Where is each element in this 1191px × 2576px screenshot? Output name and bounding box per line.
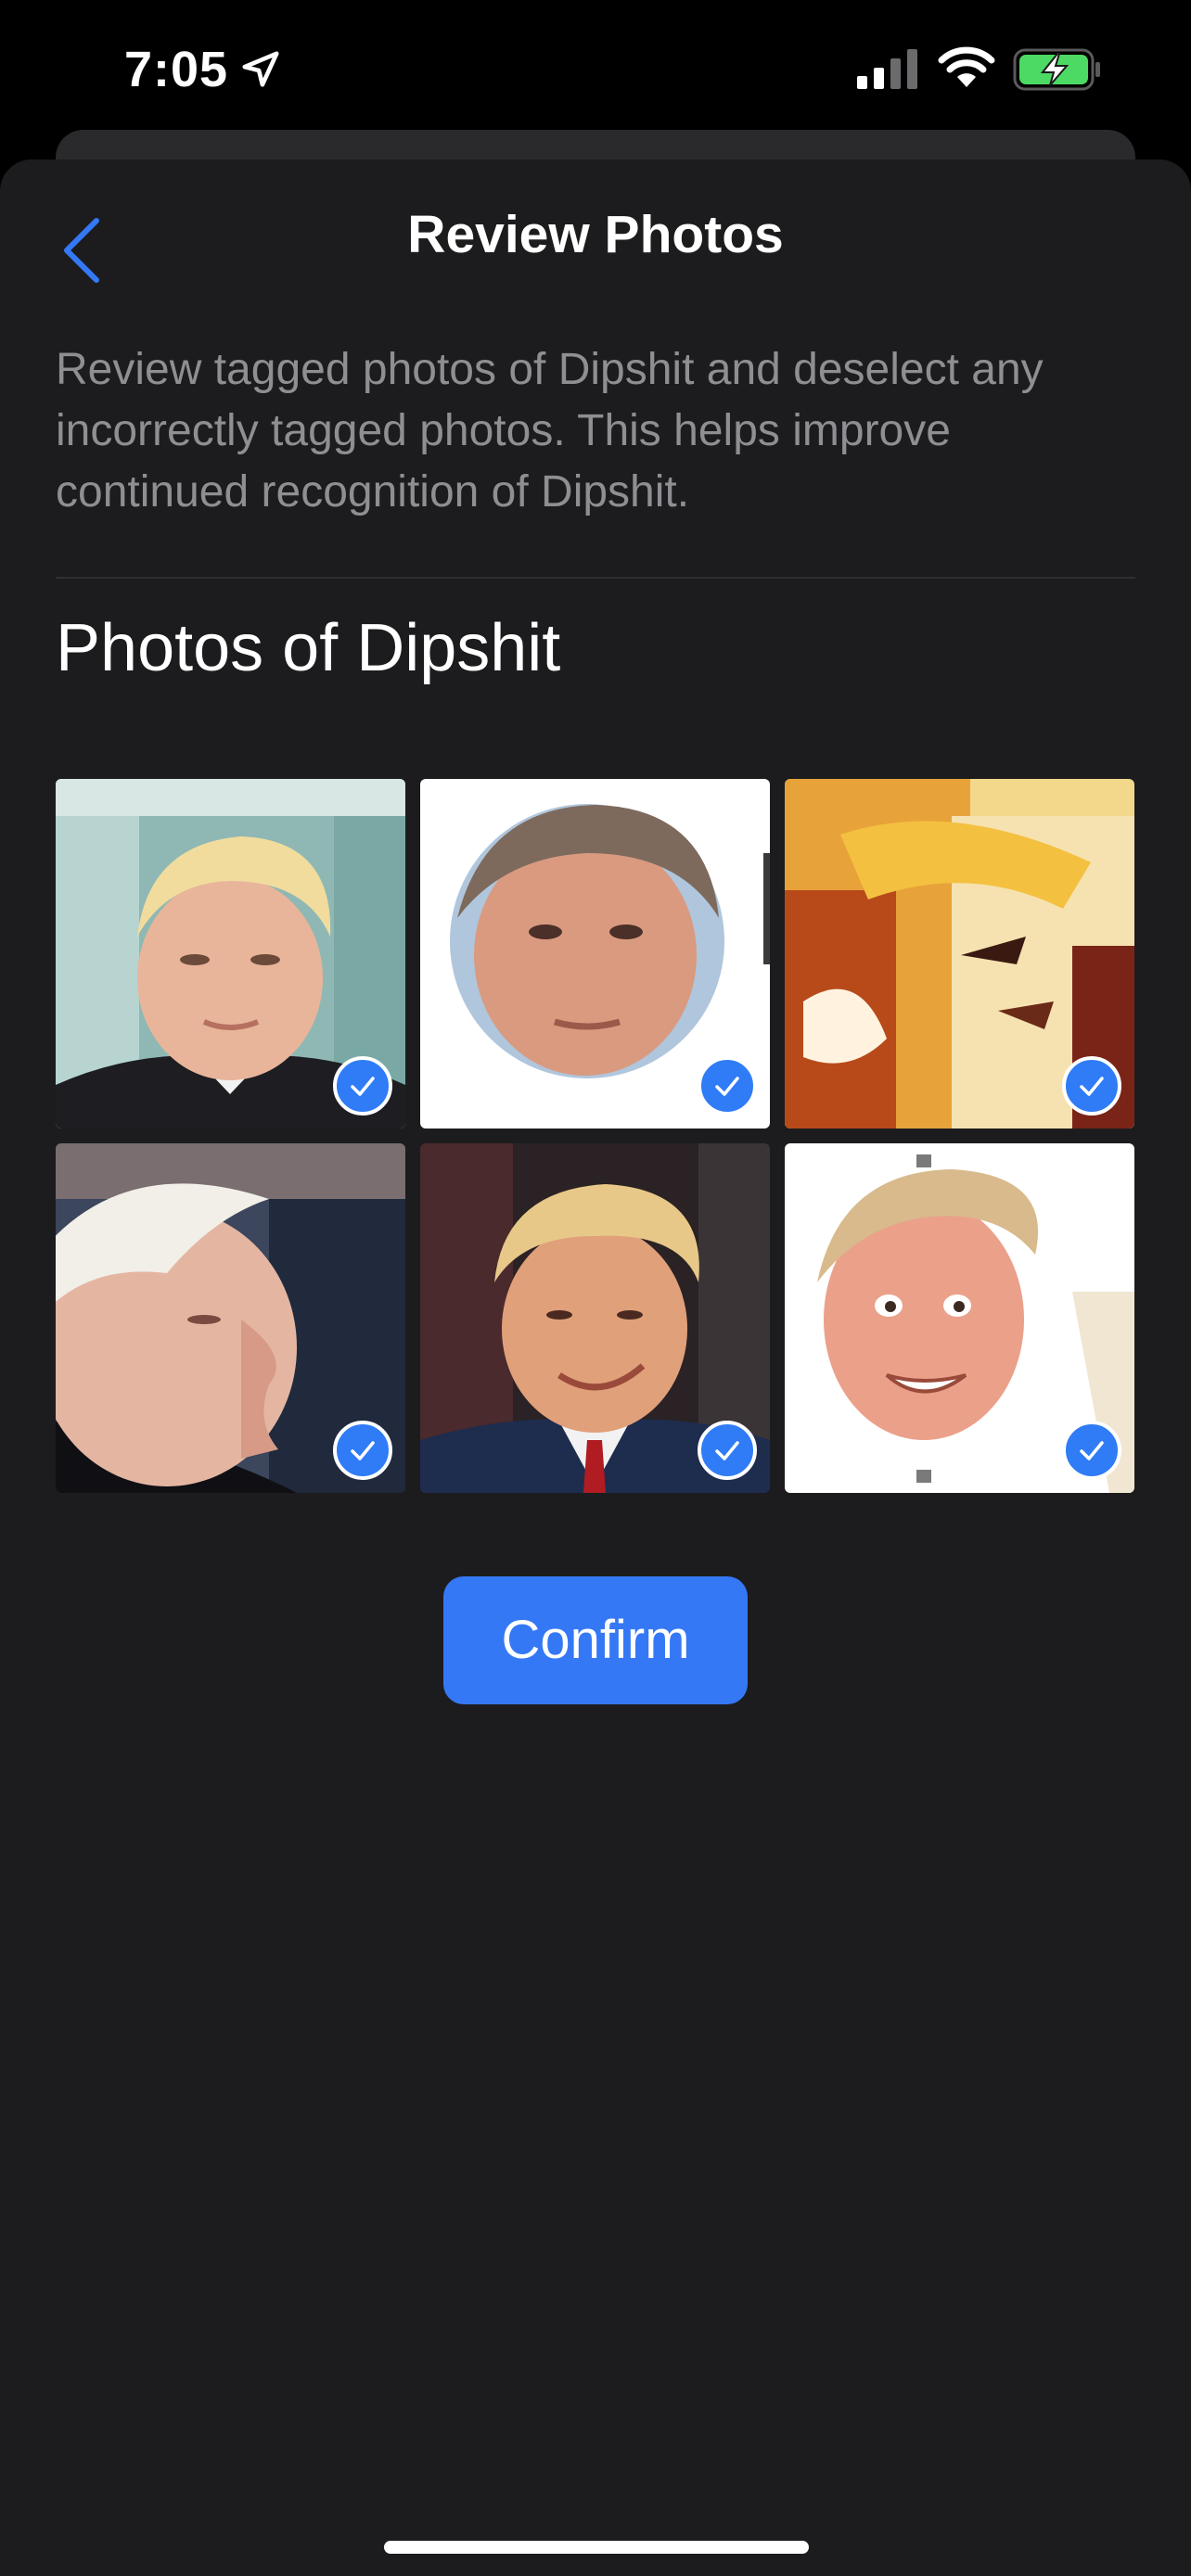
description-text: Review tagged photos of Dipshit and dese… [56, 345, 1044, 516]
photo-tile[interactable] [56, 779, 405, 1129]
checkmark-icon[interactable] [333, 1421, 392, 1480]
confirm-button[interactable]: Confirm [443, 1576, 748, 1704]
status-time: 7:05 [124, 42, 229, 97]
photo-tile[interactable] [785, 1143, 1134, 1493]
checkmark-icon[interactable] [333, 1056, 392, 1116]
location-arrow-icon [242, 51, 279, 87]
section-title: Photos of Dipshit [56, 611, 561, 685]
cellular-signal-icon [857, 49, 917, 89]
checkmark-icon[interactable] [1062, 1421, 1121, 1480]
photo-tile[interactable] [785, 779, 1134, 1129]
status-bar: 7:05 [0, 0, 1191, 139]
checkmark-icon[interactable] [698, 1421, 757, 1480]
home-indicator[interactable] [384, 2541, 809, 2554]
review-photos-sheet: Review Photos Review tagged photos of Di… [0, 159, 1191, 2576]
page-title: Review Photos [407, 205, 784, 264]
checkmark-icon[interactable] [1062, 1056, 1121, 1116]
divider [56, 577, 1135, 579]
photo-tile[interactable] [56, 1143, 405, 1493]
photo-grid [56, 779, 1135, 1493]
wifi-icon [938, 46, 995, 87]
battery-charging-icon [1013, 48, 1100, 91]
photo-tile[interactable] [420, 1143, 770, 1493]
photo-tile[interactable] [420, 779, 770, 1129]
checkmark-icon[interactable] [698, 1056, 757, 1116]
